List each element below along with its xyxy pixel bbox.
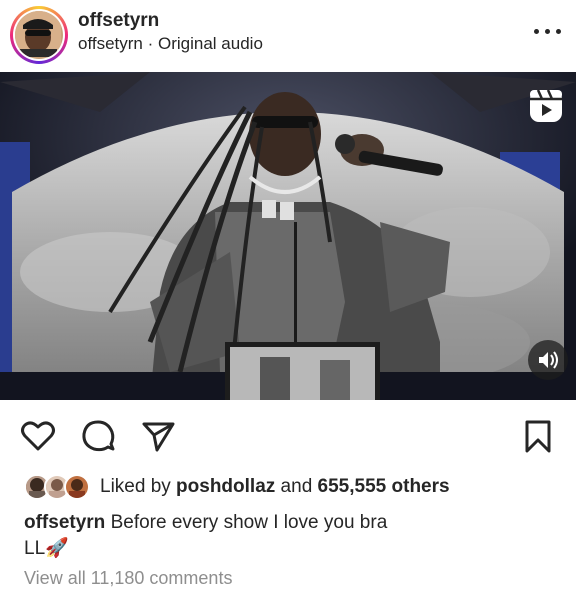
- concert-stage-image: [0, 72, 576, 400]
- likes-prefix: Liked by: [100, 476, 177, 497]
- post-video[interactable]: [0, 72, 576, 400]
- story-ring[interactable]: [10, 6, 68, 64]
- likes-row: Liked by poshdollaz and 655,555 others: [24, 472, 564, 502]
- comment-icon[interactable]: [80, 418, 116, 454]
- audio-line[interactable]: offsetyrn · Original audio: [78, 34, 263, 54]
- post-caption: offsetyrn Before every show I love you b…: [24, 510, 554, 562]
- bookmark-icon[interactable]: [520, 418, 556, 454]
- post-actions-bar: [0, 410, 576, 462]
- send-icon[interactable]: [140, 418, 176, 454]
- avatar[interactable]: [15, 11, 63, 59]
- more-options-icon[interactable]: [534, 20, 562, 44]
- caption-username[interactable]: offsetyrn: [24, 512, 105, 533]
- likes-summary[interactable]: Liked by poshdollaz and 655,555 others: [100, 476, 450, 498]
- caption-text: Before every show I love you bra: [105, 512, 388, 533]
- view-comments-link[interactable]: View all 11,180 comments: [24, 568, 232, 589]
- liker-username[interactable]: poshdollaz: [176, 476, 275, 497]
- liker-avatar: [64, 474, 90, 500]
- post-username[interactable]: offsetyrn: [78, 10, 159, 32]
- speaker-muted-icon[interactable]: [528, 340, 568, 380]
- audio-label[interactable]: Original audio: [158, 34, 263, 53]
- likes-middle: and: [275, 476, 318, 497]
- reels-icon[interactable]: [528, 88, 564, 124]
- separator-dot: ·: [142, 34, 158, 53]
- avatar-image: [15, 11, 61, 59]
- heart-icon[interactable]: [20, 418, 56, 454]
- likes-count[interactable]: 655,555 others: [318, 476, 450, 497]
- caption-line2: LL🚀: [24, 538, 69, 559]
- post-header: offsetyrn offsetyrn · Original audio: [0, 0, 576, 72]
- sub-username[interactable]: offsetyrn: [78, 34, 143, 53]
- liker-avatars[interactable]: [24, 474, 96, 500]
